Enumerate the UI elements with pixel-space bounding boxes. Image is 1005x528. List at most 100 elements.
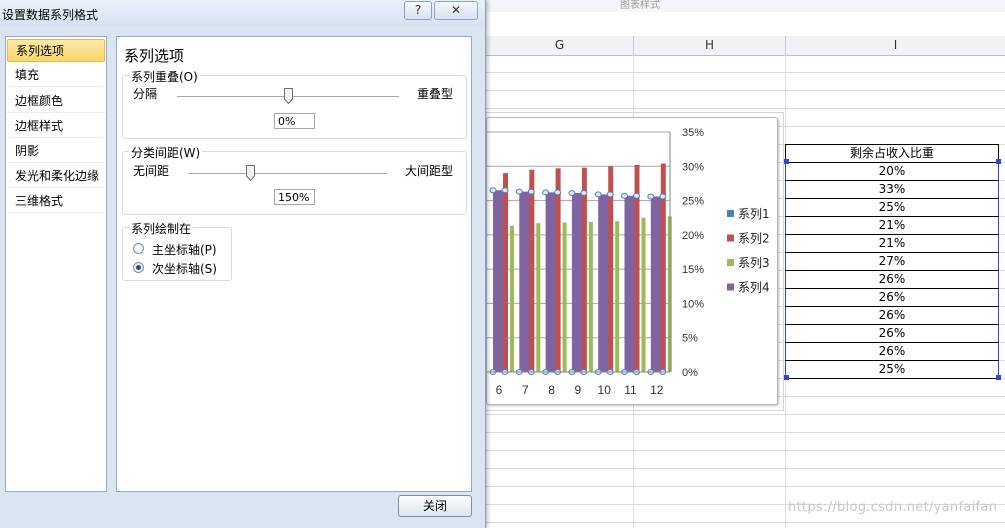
x-tick-label: 12 (650, 383, 664, 397)
close-button[interactable]: 关闭 (398, 495, 472, 517)
table-cell[interactable]: 26% (785, 306, 999, 325)
overlap-label: 系列重叠(O) (129, 68, 200, 85)
table-cell[interactable]: 21% (785, 234, 999, 253)
x-tick-label: 10 (598, 383, 612, 397)
panel-title: 系列选项 (124, 47, 185, 65)
format-data-series-dialog: 设置数据系列格式 ? ✕ 系列选项 填充 边框颜色 边框样式 阴影 发光和柔化边… (0, 0, 486, 528)
selection-marker (647, 193, 655, 200)
overlap-value-input[interactable]: 0% (274, 113, 315, 129)
legend-swatch (727, 283, 734, 291)
close-window-button[interactable]: ✕ (434, 1, 478, 20)
column-header-g[interactable]: G (486, 36, 634, 55)
table-cell[interactable]: 27% (785, 252, 999, 271)
watermark: https://blog.csdn.net/yanfaifan (788, 500, 998, 515)
y2-tick-label: 35% (682, 127, 704, 139)
bar-series2 (529, 169, 535, 372)
overlap-left-label: 分隔 (133, 87, 158, 101)
gap-slider-thumb[interactable] (246, 165, 255, 181)
table-cell[interactable]: 26% (785, 288, 999, 307)
formula-bar[interactable] (486, 12, 1005, 37)
chart-svg: 35%30%25%20%15%10%5%0%6 7 8 9 10 11 12 系列1系列2系… (487, 127, 770, 397)
nav-item-glow-soft-edges[interactable]: 发光和柔化边缘 (7, 165, 105, 188)
nav-item-border-color[interactable]: 边框颜色 (7, 90, 105, 113)
bar-series3 (510, 225, 514, 372)
plot-on-label: 系列绘制在 (129, 220, 194, 237)
overlap-group: 系列重叠(O) 分隔 重叠型 0% (122, 68, 467, 139)
x-tick-label: 9 (575, 383, 582, 397)
range-handle[interactable] (784, 159, 789, 164)
table-cell[interactable]: 20% (785, 162, 999, 181)
ribbon-group-label: 图表样式 (620, 0, 660, 11)
dialog-title: 设置数据系列格式 (2, 8, 99, 22)
x-tick-label: 11 (624, 383, 637, 397)
bar-series3 (641, 217, 646, 372)
y2-tick-label: 20% (682, 230, 704, 242)
selection-marker (594, 191, 602, 198)
x-tick-label: 6 (496, 383, 503, 397)
overlap-slider-thumb[interactable] (284, 88, 293, 104)
help-icon: ? (414, 3, 422, 17)
nav-item-3d-format[interactable]: 三维格式 (7, 190, 105, 213)
y2-tick-label: 10% (682, 298, 704, 310)
gap-slider-track[interactable] (188, 173, 387, 175)
bar-series3 (615, 221, 620, 372)
selection-marker (489, 187, 497, 194)
selection-marker (659, 193, 667, 200)
column-header-i[interactable]: I (786, 36, 1005, 55)
table-cell[interactable]: 26% (785, 324, 999, 343)
ratio-table: 剩余占收入比重 20% 33% 25% 21% 21% 27% 26% 26% … (785, 144, 999, 379)
gap-width-group: 分类间距(W) 无间距 大间距型 150% (122, 144, 467, 215)
bar-series2 (503, 173, 508, 372)
chart-legend: 系列1 系列2 系列3 系列4 (727, 207, 770, 295)
y2-tick-label: 0% (682, 367, 698, 379)
selection-marker (606, 191, 614, 198)
close-icon: ✕ (450, 3, 462, 17)
range-handle[interactable] (784, 375, 789, 380)
table-cell[interactable]: 26% (785, 342, 999, 361)
table-cell[interactable]: 25% (785, 360, 999, 379)
secondary-axis-label[interactable]: 次坐标轴(S) (152, 260, 217, 277)
category-nav: 系列选项 填充 边框颜色 边框样式 阴影 发光和柔化边缘 三维格式 (5, 36, 107, 492)
y2-tick-label: 25% (682, 196, 704, 208)
table-header-cell[interactable]: 剩余占收入比重 (785, 144, 999, 163)
y2-tick-label: 30% (682, 161, 704, 173)
dialog-titlebar[interactable]: 设置数据系列格式 ? ✕ (0, 0, 485, 26)
legend-swatch (727, 210, 734, 217)
help-button[interactable]: ? (404, 1, 432, 20)
selection-marker (542, 189, 550, 196)
bar-series2 (581, 167, 587, 372)
column-header-row: G H I (486, 36, 1005, 56)
overlap-right-label: 重叠型 (417, 87, 454, 101)
selection-marker (580, 190, 588, 197)
options-panel: 系列选项 系列重叠(O) 分隔 重叠型 0% 分类间距(W) 无间距 大间距型 … (116, 36, 472, 492)
bar-series3 (536, 223, 541, 372)
nav-item-series-options[interactable]: 系列选项 (7, 39, 105, 62)
secondary-axis-radio[interactable] (133, 262, 144, 273)
nav-item-border-style[interactable]: 边框样式 (7, 115, 105, 138)
bar-series3 (562, 222, 567, 372)
gap-left-label: 无间距 (133, 164, 170, 178)
gap-value-input[interactable]: 150% (274, 189, 315, 205)
nav-item-shadow[interactable]: 阴影 (7, 140, 105, 163)
primary-axis-radio[interactable] (133, 243, 144, 254)
table-cell[interactable]: 33% (785, 180, 999, 199)
gap-width-label: 分类间距(W) (129, 144, 203, 161)
range-handle[interactable] (996, 159, 1001, 164)
legend-swatch (727, 234, 734, 242)
column-header-h[interactable]: H (634, 36, 786, 55)
selection-marker (527, 188, 535, 195)
table-cell[interactable]: 25% (785, 198, 999, 217)
selection-marker (554, 189, 562, 196)
bar-series2 (555, 168, 561, 372)
selection-marker (501, 187, 509, 194)
nav-item-fill[interactable]: 填充 (7, 64, 105, 87)
bar-series3 (588, 221, 593, 372)
table-cell[interactable]: 26% (785, 270, 999, 289)
chart-area[interactable]: 35% 30% 25% 20% 15% 10% 5% 0% 6 7 8 9 10 11 12 系列1 系列2 系… (486, 117, 778, 405)
legend-swatch (727, 259, 734, 266)
table-cell[interactable]: 21% (785, 216, 999, 235)
x-tick-label: 7 (522, 383, 529, 397)
range-handle[interactable] (996, 375, 1001, 380)
primary-axis-label[interactable]: 主坐标轴(P) (152, 241, 217, 258)
radio-selected-dot (136, 265, 141, 270)
